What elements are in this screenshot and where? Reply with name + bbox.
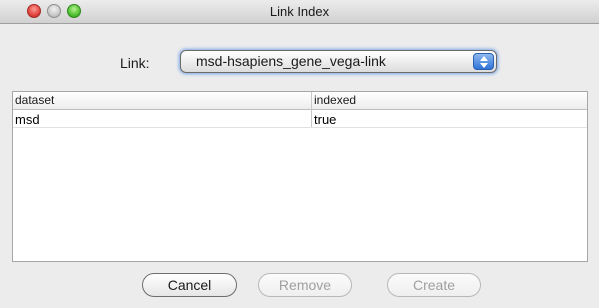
window-title: Link Index xyxy=(269,4,330,19)
title-bar[interactable]: Link Index xyxy=(0,0,599,24)
column-header-indexed[interactable]: indexed xyxy=(314,93,356,107)
remove-button[interactable]: Remove xyxy=(258,273,352,297)
index-table[interactable]: dataset indexed msd true xyxy=(12,91,588,262)
cell-dataset: msd xyxy=(15,112,40,127)
cancel-button[interactable]: Cancel xyxy=(142,273,237,297)
link-select-value: msd-hsapiens_gene_vega-link xyxy=(196,53,386,69)
link-label: Link: xyxy=(120,55,150,71)
cell-indexed: true xyxy=(314,112,337,127)
arrow-down-icon xyxy=(480,63,488,68)
arrow-up-icon xyxy=(480,56,488,61)
link-select[interactable]: msd-hsapiens_gene_vega-link xyxy=(180,50,497,73)
create-button[interactable]: Create xyxy=(387,273,481,297)
table-row[interactable]: msd true xyxy=(13,110,587,128)
up-down-arrows-icon xyxy=(473,53,494,70)
table-header: dataset indexed xyxy=(13,92,587,110)
column-header-dataset[interactable]: dataset xyxy=(15,93,54,107)
link-index-window: Link Index Link: msd-hsapiens_gene_vega-… xyxy=(0,0,599,308)
